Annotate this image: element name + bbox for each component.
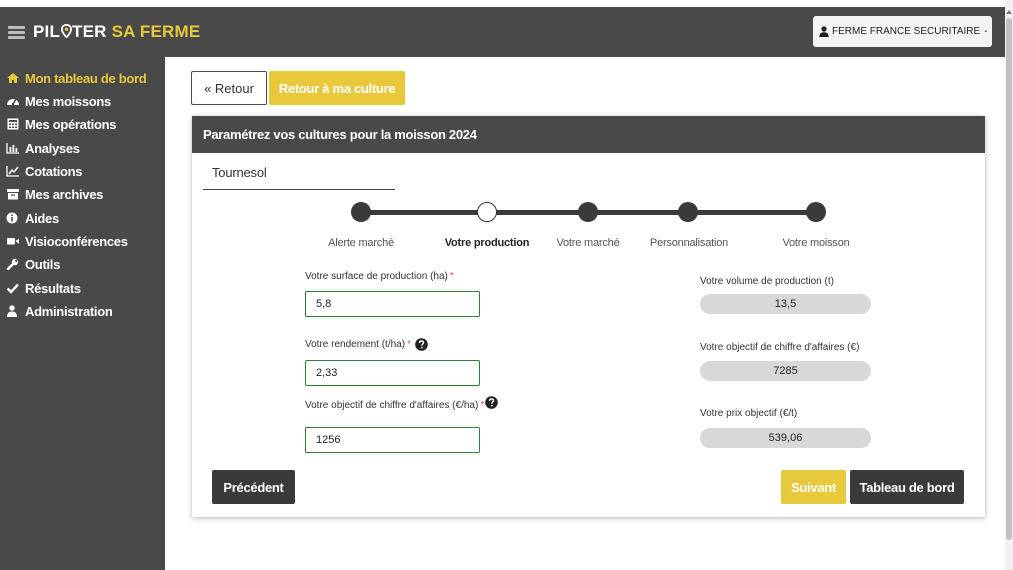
user-account-button[interactable]: FERME FRANCE SECURITAIRE - bbox=[813, 16, 992, 47]
step-label[interactable]: Votre moisson bbox=[782, 237, 849, 249]
sidebar-item-tableau-de-bord[interactable]: Mon tableau de bord bbox=[6, 69, 147, 87]
sidebar-item-label: Analyses bbox=[25, 140, 80, 156]
logo-text-part2: TER bbox=[72, 22, 107, 41]
video-icon bbox=[7, 238, 19, 245]
objectif-ca-ha-label: Votre objectif de chiffre d'affaires (€/… bbox=[305, 396, 499, 411]
objectif-ca-label: Votre objectif de chiffre d'affaires (€) bbox=[700, 342, 860, 353]
wizard-stepper: Alerte marché Votre production Votre mar… bbox=[192, 116, 985, 256]
help-icon[interactable] bbox=[485, 396, 499, 409]
surface-label: Votre surface de production (ha) * bbox=[305, 271, 454, 282]
surface-label-text: Votre surface de production (ha) bbox=[305, 271, 448, 282]
objectif-ca-value: 7285 bbox=[700, 361, 871, 381]
sidebar-item-mes-archives[interactable]: Mes archives bbox=[6, 185, 103, 203]
required-marker: * bbox=[480, 400, 485, 411]
hamburger-menu-icon[interactable] bbox=[8, 26, 25, 39]
next-button[interactable]: Suivant bbox=[781, 470, 846, 504]
line-chart-icon bbox=[6, 166, 19, 177]
sidebar-item-label: Résultats bbox=[25, 280, 81, 296]
rendement-label: Votre rendement (t/ha) * bbox=[305, 338, 428, 351]
bar-chart-icon bbox=[6, 143, 19, 154]
sidebar-item-label: Outils bbox=[25, 256, 61, 272]
crop-settings-card: Paramétrez vos cultures pour la moisson … bbox=[192, 116, 985, 517]
sidebar-item-cotations[interactable]: Cotations bbox=[6, 162, 83, 180]
logo-text-part3: SA FERME bbox=[111, 22, 201, 41]
home-icon bbox=[7, 73, 19, 83]
sidebar-item-outils[interactable]: Outils bbox=[6, 255, 60, 273]
sidebar-item-label: Aides bbox=[25, 210, 59, 226]
help-icon[interactable] bbox=[415, 338, 428, 351]
sidebar-item-label: Mes moissons bbox=[25, 93, 111, 109]
step-label[interactable]: Personnalisation bbox=[650, 237, 728, 249]
location-pin-icon bbox=[60, 23, 72, 39]
archive-icon bbox=[7, 189, 19, 200]
back-button[interactable]: « Retour bbox=[191, 71, 267, 105]
volume-value: 13,5 bbox=[700, 294, 871, 314]
step-label[interactable]: Alerte marché bbox=[328, 237, 394, 249]
dashboard-button[interactable]: Tableau de bord bbox=[850, 470, 964, 504]
sidebar-item-administration[interactable]: Administration bbox=[6, 302, 113, 320]
volume-label: Votre volume de production (t) bbox=[700, 276, 834, 287]
calculator-icon bbox=[7, 118, 19, 130]
scrollbar-thumb[interactable] bbox=[1006, 18, 1012, 540]
step-dot-alerte-marche[interactable] bbox=[351, 202, 371, 222]
surface-input[interactable]: 5,8 bbox=[305, 291, 480, 317]
required-marker: * bbox=[449, 271, 454, 282]
sidebar-item-label: Visioconférences bbox=[25, 233, 128, 249]
sidebar-item-mes-moissons[interactable]: Mes moissons bbox=[6, 92, 111, 110]
sidebar-item-label: Mes archives bbox=[25, 186, 104, 202]
rendement-input[interactable]: 2,33 bbox=[305, 360, 480, 386]
sidebar-item-mes-operations[interactable]: Mes opérations bbox=[6, 115, 116, 133]
info-icon bbox=[6, 212, 18, 224]
rendement-label-text: Votre rendement (t/ha) bbox=[305, 339, 406, 350]
app-logo[interactable]: PIL TER SA FERME bbox=[33, 22, 200, 42]
scroll-up-arrow-icon[interactable] bbox=[1006, 10, 1012, 14]
user-account-label: FERME FRANCE SECURITAIRE bbox=[832, 26, 981, 37]
check-icon bbox=[6, 283, 19, 294]
logo-text-part1: PIL bbox=[33, 22, 61, 41]
wrench-icon bbox=[6, 258, 19, 270]
sidebar-item-aides[interactable]: Aides bbox=[6, 209, 59, 227]
step-label[interactable]: Votre production bbox=[445, 237, 530, 249]
required-marker: * bbox=[407, 339, 411, 350]
dashboard-icon bbox=[7, 98, 19, 106]
step-dot-votre-moisson[interactable] bbox=[806, 202, 826, 222]
step-label[interactable]: Votre marché bbox=[556, 237, 619, 249]
step-dot-votre-marche[interactable] bbox=[578, 202, 598, 222]
back-to-crop-button[interactable]: Retour à ma culture bbox=[269, 71, 405, 105]
prix-objectif-value: 539,06 bbox=[700, 428, 871, 448]
sidebar-item-label: Cotations bbox=[25, 163, 83, 179]
user-account-caret: - bbox=[984, 26, 988, 37]
step-dot-votre-production[interactable] bbox=[477, 202, 497, 222]
page-scrollbar[interactable] bbox=[1005, 0, 1013, 570]
objectif-ca-ha-label-text: Votre objectif de chiffre d'affaires (€/… bbox=[305, 400, 479, 411]
sidebar-item-resultats[interactable]: Résultats bbox=[6, 279, 81, 297]
objectif-ca-ha-input[interactable]: 1256 bbox=[305, 427, 480, 453]
sidebar-item-label: Mes opérations bbox=[25, 116, 117, 132]
previous-button[interactable]: Précédent bbox=[212, 470, 295, 504]
step-dot-personnalisation[interactable] bbox=[678, 202, 698, 222]
user-icon bbox=[819, 26, 829, 37]
sidebar-item-label: Administration bbox=[25, 303, 113, 319]
user-icon bbox=[7, 305, 17, 317]
sidebar-item-analyses[interactable]: Analyses bbox=[6, 139, 80, 157]
sidebar-item-label: Mon tableau de bord bbox=[25, 70, 147, 86]
top-bar: PIL TER SA FERME FERME FRANCE SECURITAIRE… bbox=[0, 7, 1005, 57]
prix-objectif-label: Votre prix objectif (€/t) bbox=[700, 408, 798, 419]
sidebar-item-visioconferences[interactable]: Visioconférences bbox=[6, 232, 128, 250]
